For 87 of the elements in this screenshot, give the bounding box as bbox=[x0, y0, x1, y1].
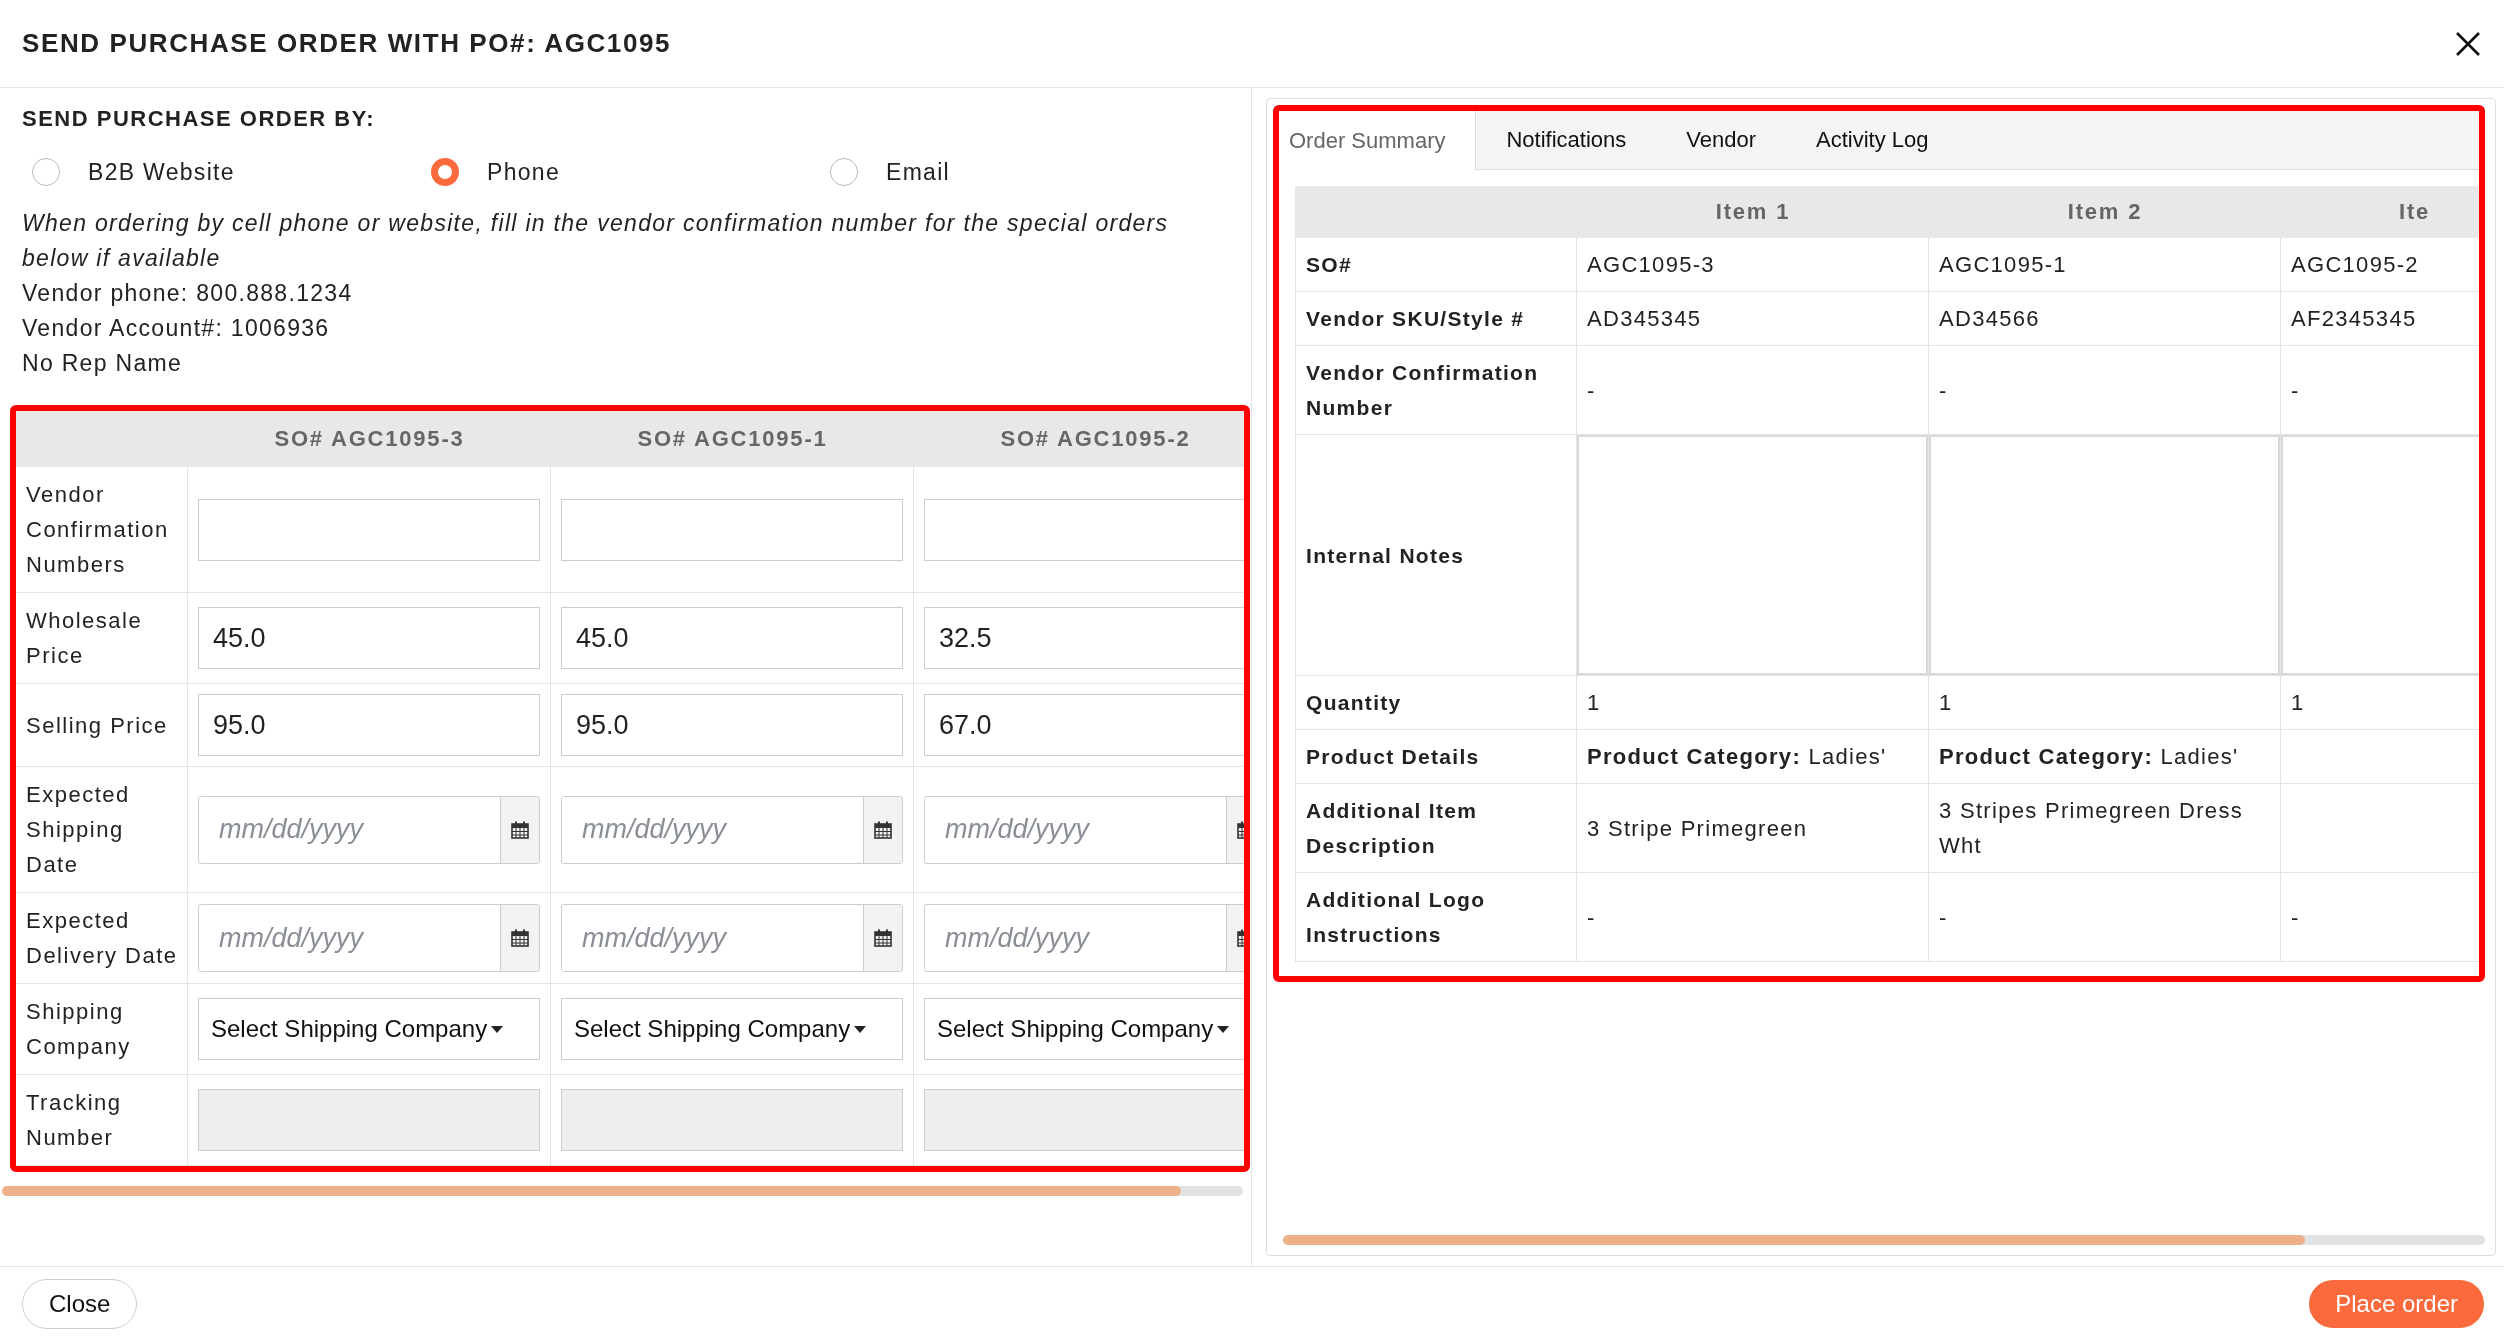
table-cell-text: AD345345 bbox=[1587, 305, 1702, 333]
row-label: Additional Logo Instructions bbox=[1306, 887, 1487, 948]
tab[interactable]: Activity Log bbox=[1786, 111, 1959, 169]
radio-label[interactable]: Email bbox=[886, 158, 950, 186]
row-label: Tracking Number bbox=[26, 1089, 123, 1152]
input-field[interactable]: 95.0 bbox=[561, 694, 903, 756]
tab[interactable]: Order Summary bbox=[1279, 111, 1477, 170]
tab[interactable]: Vendor bbox=[1656, 111, 1787, 169]
input-field[interactable]: 45.0 bbox=[561, 607, 903, 669]
date-field[interactable]: mm/dd/yyyy bbox=[924, 904, 1244, 972]
table-cell-text: - bbox=[2291, 376, 2300, 405]
row-label: Expected Delivery Date bbox=[26, 907, 179, 970]
table-cell-text: - bbox=[1939, 903, 1948, 932]
row-label: Vendor SKU/Style # bbox=[1306, 306, 1525, 332]
caret-icon bbox=[1217, 1025, 1230, 1033]
scrollbar[interactable] bbox=[2, 1186, 1243, 1196]
table-cell-text: 1 bbox=[1939, 689, 1953, 717]
caret-icon bbox=[491, 1025, 504, 1033]
column-header: SO# AGC1095-3 bbox=[188, 411, 551, 467]
table-cell-text: 3 Stripes Primegreen Dress Wht bbox=[1939, 797, 2244, 860]
input-field[interactable]: 32.5 bbox=[924, 607, 1244, 669]
table-cell-text: AGC1095-1 bbox=[1939, 251, 2067, 279]
radio-button[interactable] bbox=[830, 158, 858, 186]
row-label: Quantity bbox=[1306, 690, 1402, 716]
table-cell-text: - bbox=[1587, 903, 1596, 932]
row-label: SO# bbox=[1306, 252, 1352, 278]
tab[interactable]: Notifications bbox=[1476, 111, 1657, 169]
radio-label[interactable]: Phone bbox=[487, 158, 560, 186]
input-field[interactable]: 45.0 bbox=[198, 607, 540, 669]
column-header: Item 1 bbox=[1577, 186, 1929, 238]
notes-field[interactable] bbox=[1577, 435, 1928, 675]
input-field[interactable] bbox=[561, 498, 903, 561]
row-label: Vendor Confirmation Numbers bbox=[26, 481, 170, 579]
table-cell-text: 1 bbox=[2291, 689, 2305, 717]
scrollbar[interactable] bbox=[1283, 1235, 2485, 1245]
table-cell-text: - bbox=[2291, 903, 2300, 932]
input-field[interactable]: 95.0 bbox=[198, 694, 540, 756]
table-cell-text: 3 Stripe Primegreen bbox=[1587, 814, 1808, 843]
calendar-icon[interactable] bbox=[511, 820, 529, 839]
input-field[interactable] bbox=[924, 498, 1244, 561]
vendor-info: No Rep Name bbox=[22, 349, 184, 378]
row-label: Shipping Company bbox=[26, 998, 132, 1061]
table-cell-text: Product Category: Ladies' bbox=[1939, 743, 2239, 771]
table-cell-text: AGC1095-2 bbox=[2291, 251, 2419, 279]
dropdown[interactable]: Select Shipping Company bbox=[561, 998, 903, 1060]
input-field[interactable] bbox=[198, 498, 540, 561]
row-label: Selling Price bbox=[26, 711, 168, 740]
calendar-icon[interactable] bbox=[511, 929, 529, 947]
date-field[interactable]: mm/dd/yyyy bbox=[198, 904, 540, 972]
close-button[interactable]: Close bbox=[22, 1278, 138, 1329]
table-cell-text: AGC1095-3 bbox=[1587, 251, 1715, 279]
date-field[interactable]: mm/dd/yyyy bbox=[561, 904, 903, 972]
notes-field[interactable] bbox=[1929, 435, 2280, 675]
table-cell-text: - bbox=[1587, 376, 1596, 405]
date-field[interactable]: mm/dd/yyyy bbox=[198, 795, 540, 864]
dropdown[interactable]: Select Shipping Company bbox=[924, 998, 1244, 1060]
radio-button[interactable] bbox=[32, 158, 60, 186]
radio-button[interactable] bbox=[431, 158, 459, 186]
calendar-icon[interactable] bbox=[874, 929, 892, 947]
vendor-info: Vendor Account#: 1006936 bbox=[22, 314, 331, 343]
instruction-text: When ordering by cell phone or website, fill in the vendor confirmation number for the special orders below if available bbox=[22, 209, 1170, 273]
table-cell-text: - bbox=[1939, 376, 1948, 405]
row-label: Wholesale Price bbox=[26, 607, 144, 670]
row-label: Vendor Confirmation Number bbox=[1306, 360, 1540, 421]
table-cell-text: Product Category: Ladies' bbox=[1587, 743, 1887, 771]
date-field[interactable]: mm/dd/yyyy bbox=[561, 795, 903, 864]
dialog-title: SEND PURCHASE ORDER WITH PO#: AGC1095 bbox=[22, 28, 672, 59]
row-label: Internal Notes bbox=[1306, 542, 1465, 569]
section-heading: SEND PURCHASE ORDER BY: bbox=[22, 106, 377, 132]
table-cell-text: 1 bbox=[1587, 689, 1601, 717]
radio-label[interactable]: B2B Website bbox=[88, 158, 235, 186]
column-header: SO# AGC1095-1 bbox=[551, 411, 914, 467]
caret-icon bbox=[854, 1025, 867, 1033]
input-field[interactable]: 67.0 bbox=[924, 694, 1244, 756]
row-label: Additional Item Description bbox=[1306, 798, 1479, 859]
row-label: Expected Shipping Date bbox=[26, 781, 131, 879]
column-header: Item 2 bbox=[1929, 186, 2281, 238]
table-cell-text: AD34566 bbox=[1939, 305, 2040, 333]
vendor-info: Vendor phone: 800.888.1234 bbox=[22, 279, 354, 308]
table-cell-text: AF2345345 bbox=[2291, 305, 2417, 333]
column-header: Ite bbox=[2281, 186, 2479, 238]
close-icon[interactable] bbox=[2454, 29, 2482, 58]
date-field[interactable]: mm/dd/yyyy bbox=[924, 795, 1244, 864]
row-label: Product Details bbox=[1306, 744, 1480, 770]
column-header: SO# AGC1095-2 bbox=[914, 411, 1244, 467]
dropdown[interactable]: Select Shipping Company bbox=[198, 998, 540, 1060]
calendar-icon[interactable] bbox=[874, 820, 892, 839]
